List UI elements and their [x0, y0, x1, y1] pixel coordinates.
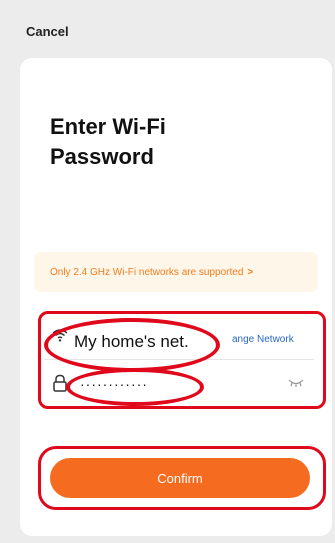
network-credentials-panel: My home's net. ange Network: [38, 312, 324, 408]
chevron-right-icon: >: [247, 266, 254, 278]
cancel-button[interactable]: Cancel: [26, 24, 69, 39]
network-name: My home's net.: [74, 332, 189, 351]
page-title: Enter Wi-Fi Password: [50, 114, 166, 169]
password-row: [44, 364, 314, 404]
eye-closed-icon[interactable]: [288, 378, 304, 388]
notice-text: Only 2.4 GHz Wi-Fi networks are supporte…: [50, 266, 244, 278]
lock-icon: [53, 374, 67, 392]
change-network-link[interactable]: ange Network: [232, 334, 294, 345]
frequency-notice[interactable]: Only 2.4 GHz Wi-Fi networks are supporte…: [34, 252, 318, 292]
wifi-icon: [52, 329, 68, 342]
network-row: My home's net. ange Network: [44, 320, 314, 360]
password-input[interactable]: [80, 372, 220, 396]
confirm-button[interactable]: Confirm: [50, 458, 310, 498]
